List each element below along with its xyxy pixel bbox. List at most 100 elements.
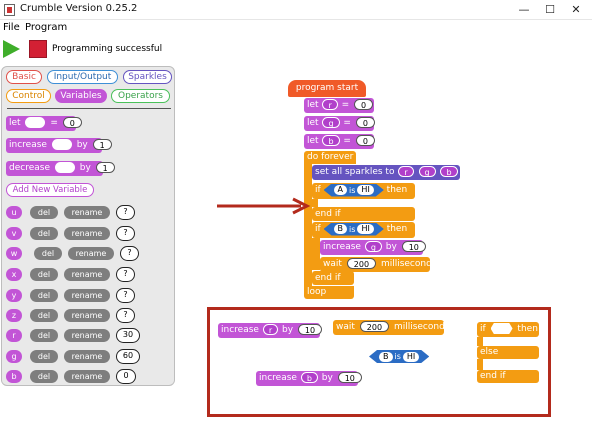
palette-divider (7, 108, 171, 109)
else-block[interactable]: else (477, 346, 539, 359)
let-g-block[interactable]: let g = 0 (304, 116, 375, 131)
loose-increase-b-block[interactable]: increase b by 10 (256, 371, 362, 386)
var-chip[interactable]: v (6, 227, 22, 240)
state-hi[interactable]: HI (403, 352, 419, 362)
increase-g-block[interactable]: increase g by 10 (320, 240, 426, 255)
var-chip[interactable]: x (6, 268, 22, 281)
var-r[interactable]: r (262, 324, 279, 335)
if-a-block[interactable]: if A is HI then (312, 183, 415, 199)
let-value[interactable]: 0 (355, 117, 375, 128)
wait-block[interactable]: wait 200 milliseconds (320, 257, 437, 272)
rename-button[interactable]: rename (64, 227, 110, 240)
decrease-block[interactable]: decrease by 1 (6, 161, 115, 176)
rename-button[interactable]: rename (64, 309, 110, 322)
let-value[interactable]: 0 (355, 135, 375, 146)
stop-icon[interactable] (29, 40, 47, 58)
let-b-block[interactable]: let b = 0 (304, 134, 375, 149)
loose-wait-block[interactable]: wait 200 milliseconds (333, 320, 450, 335)
tab-basic[interactable]: Basic (6, 70, 42, 84)
if-b-block[interactable]: if B is HI then (312, 222, 415, 238)
rename-button[interactable]: rename (64, 206, 110, 219)
var-g[interactable]: g (418, 166, 436, 177)
var-r[interactable]: r (322, 99, 338, 110)
do-forever-block[interactable]: do forever (304, 151, 356, 164)
let-block[interactable]: let = 0 (6, 116, 82, 131)
decrease-value[interactable]: 1 (95, 162, 115, 173)
del-button[interactable]: del (30, 370, 58, 383)
if-keyword: if (315, 224, 321, 234)
loose-if-else-block[interactable]: if then (477, 322, 539, 337)
del-button[interactable]: del (30, 206, 58, 219)
var-chip[interactable]: r (6, 329, 22, 342)
var-chip[interactable]: z (6, 309, 22, 322)
var-chip[interactable]: b (6, 370, 22, 383)
input-b[interactable]: B (379, 352, 393, 362)
rename-button[interactable]: rename (64, 329, 110, 342)
var-slot[interactable] (54, 162, 75, 173)
condition-slot[interactable] (490, 323, 513, 334)
let-keyword: let (307, 136, 319, 146)
tab-sparkles[interactable]: Sparkles (123, 70, 172, 84)
minimize-button[interactable]: — (510, 0, 538, 20)
tab-control[interactable]: Control (6, 89, 51, 103)
var-chip[interactable]: g (6, 350, 22, 363)
input-a[interactable]: A (334, 185, 347, 195)
state-hi[interactable]: HI (357, 185, 373, 195)
set-all-sparkles-block[interactable]: set all sparkles to r g b (312, 165, 460, 180)
loose-b-is-hi[interactable]: B is HI (369, 350, 429, 363)
condition-b-is-hi[interactable]: B is HI (324, 223, 384, 236)
var-b[interactable]: b (300, 372, 318, 383)
del-button[interactable]: del (30, 289, 58, 302)
del-button[interactable]: del (34, 247, 62, 260)
menu-program[interactable]: Program (25, 22, 67, 33)
end-if-b-block[interactable]: end if (312, 271, 354, 285)
add-new-variable-button[interactable]: Add New Variable (6, 183, 94, 197)
wait-value[interactable]: 200 (359, 321, 390, 332)
rename-button[interactable]: rename (68, 247, 114, 260)
state-hi[interactable]: HI (357, 224, 373, 234)
rename-button[interactable]: rename (64, 350, 110, 363)
del-button[interactable]: del (30, 329, 58, 342)
condition-a-is-hi[interactable]: A is HI (324, 184, 384, 197)
var-g[interactable]: g (364, 241, 382, 252)
increase-value[interactable]: 1 (92, 139, 112, 150)
tab-input-output[interactable]: Input/Output (47, 70, 118, 84)
var-chip[interactable]: u (6, 206, 22, 219)
let-value[interactable]: 0 (354, 99, 374, 110)
end-if-block[interactable]: end if (477, 370, 539, 383)
close-button[interactable]: ✕ (562, 0, 590, 20)
tab-operators[interactable]: Operators (111, 89, 170, 103)
end-if-a-block[interactable]: end if (312, 207, 415, 221)
del-button[interactable]: del (30, 350, 58, 363)
del-button[interactable]: del (30, 227, 58, 240)
increase-block[interactable]: increase by 1 (6, 138, 112, 153)
increase-value[interactable]: 10 (337, 372, 362, 383)
let-value[interactable]: 0 (62, 117, 82, 128)
rename-button[interactable]: rename (64, 268, 110, 281)
var-chip[interactable]: y (6, 289, 22, 302)
rename-button[interactable]: rename (64, 370, 110, 383)
let-r-block[interactable]: let r = 0 (304, 98, 374, 113)
loose-increase-r-block[interactable]: increase r by 10 (218, 323, 323, 338)
input-b[interactable]: B (334, 224, 348, 234)
var-slot[interactable] (25, 117, 46, 128)
del-button[interactable]: del (30, 268, 58, 281)
menu-file[interactable]: File (3, 22, 20, 33)
rename-button[interactable]: rename (64, 289, 110, 302)
loop-block[interactable]: loop (304, 286, 354, 299)
del-button[interactable]: del (30, 309, 58, 322)
increase-value[interactable]: 10 (297, 324, 323, 335)
var-chip[interactable]: w (6, 247, 22, 260)
maximize-button[interactable]: ☐ (536, 0, 564, 20)
play-icon[interactable] (3, 40, 20, 58)
var-slot[interactable] (51, 139, 72, 150)
wait-value[interactable]: 200 (346, 258, 377, 269)
var-g[interactable]: g (322, 117, 340, 128)
increase-value[interactable]: 10 (401, 241, 426, 252)
var-b[interactable]: b (440, 166, 458, 177)
do-forever-label: do forever (307, 152, 354, 162)
var-r[interactable]: r (398, 166, 414, 177)
program-start-block[interactable]: program start (288, 80, 366, 97)
tab-variables[interactable]: Variables (55, 89, 107, 103)
var-b[interactable]: b (322, 135, 340, 146)
